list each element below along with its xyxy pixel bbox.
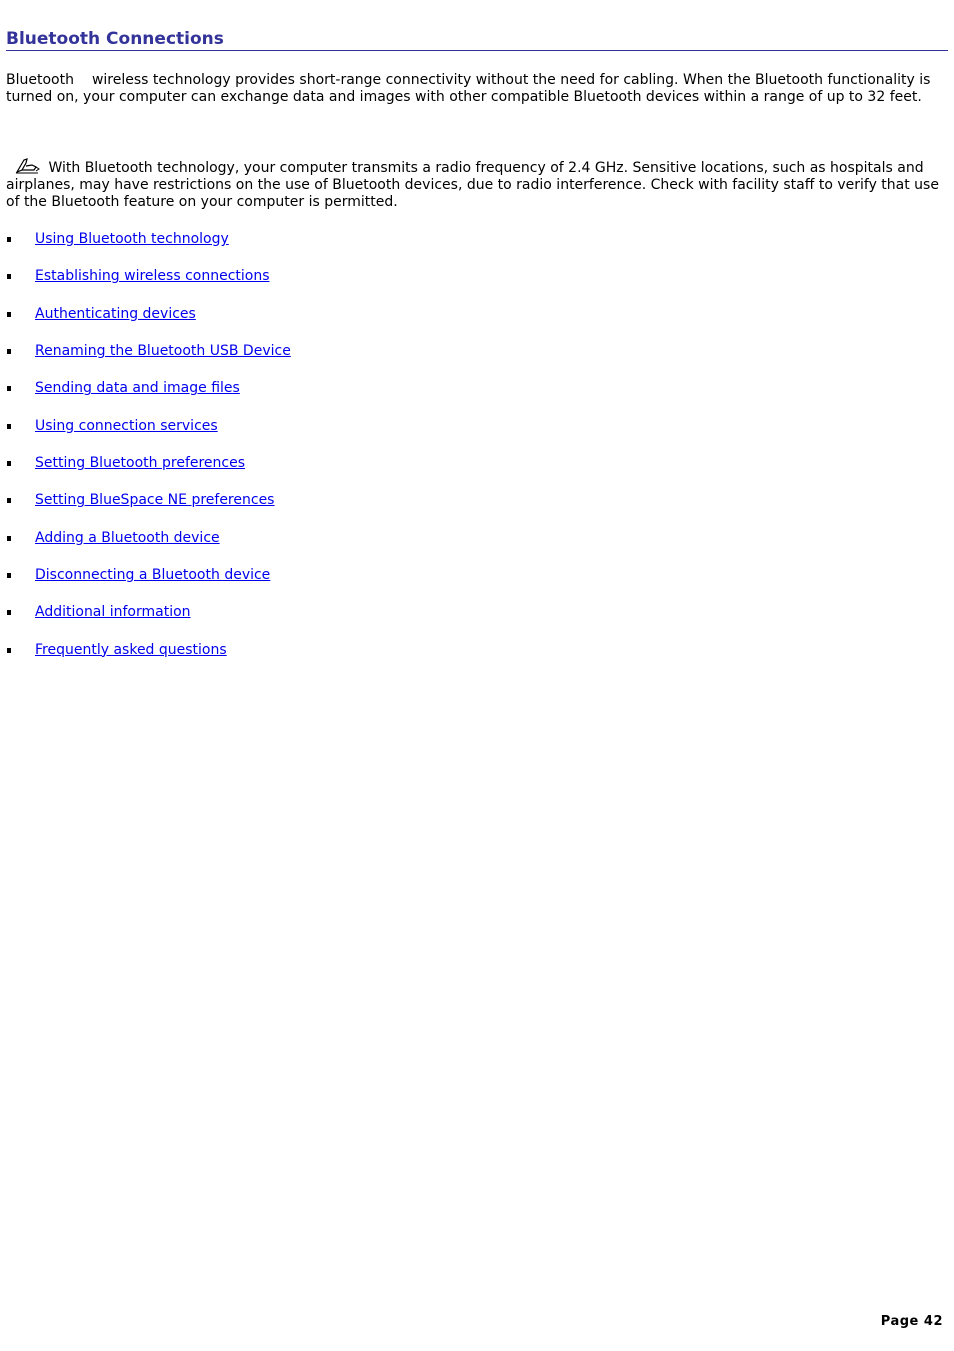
intro-text: wireless technology provides short-range… xyxy=(6,72,931,105)
link-establishing-wireless-connections[interactable]: Establishing wireless connections xyxy=(35,268,270,285)
intro-paragraph: Bluetooth wireless technology provides sh… xyxy=(6,72,946,106)
link-using-bluetooth-technology[interactable]: Using Bluetooth technology xyxy=(35,231,229,248)
bullet-icon xyxy=(7,237,11,242)
link-using-connection-services[interactable]: Using connection services xyxy=(35,418,218,435)
bullet-icon xyxy=(7,498,11,504)
bullet-icon xyxy=(7,647,11,653)
note-pen-icon xyxy=(15,158,40,174)
bullet-icon xyxy=(7,573,11,579)
link-setting-bluespace-preferences[interactable]: Setting BlueSpace NE preferences xyxy=(35,492,274,509)
link-authenticating-devices[interactable]: Authenticating devices xyxy=(35,306,196,323)
page-title: Bluetooth Connections xyxy=(6,29,948,51)
link-setting-bluetooth-preferences[interactable]: Setting Bluetooth preferences xyxy=(35,455,245,472)
bullet-icon xyxy=(7,349,11,355)
intro-prefix: Bluetooth xyxy=(6,72,74,88)
bullet-icon xyxy=(7,610,11,616)
bullet-icon xyxy=(7,535,11,541)
page-number: Page 42 xyxy=(880,1314,943,1329)
note-paragraph: With Bluetooth technology, your computer… xyxy=(6,157,946,211)
bullet-icon xyxy=(7,423,11,429)
bullet-icon xyxy=(7,461,11,467)
bullet-icon xyxy=(7,386,11,392)
link-additional-information[interactable]: Additional information xyxy=(35,604,191,621)
link-adding-bluetooth-device[interactable]: Adding a Bluetooth device xyxy=(35,530,220,547)
link-frequently-asked-questions[interactable]: Frequently asked questions xyxy=(35,642,227,659)
link-sending-data-image-files[interactable]: Sending data and image files xyxy=(35,380,240,397)
link-renaming-usb-device[interactable]: Renaming the Bluetooth USB Device xyxy=(35,343,291,360)
link-disconnecting-bluetooth-device[interactable]: Disconnecting a Bluetooth device xyxy=(35,567,270,584)
bullet-icon xyxy=(7,274,11,280)
bullet-icon xyxy=(7,311,11,317)
note-text: With Bluetooth technology, your computer… xyxy=(6,160,939,210)
